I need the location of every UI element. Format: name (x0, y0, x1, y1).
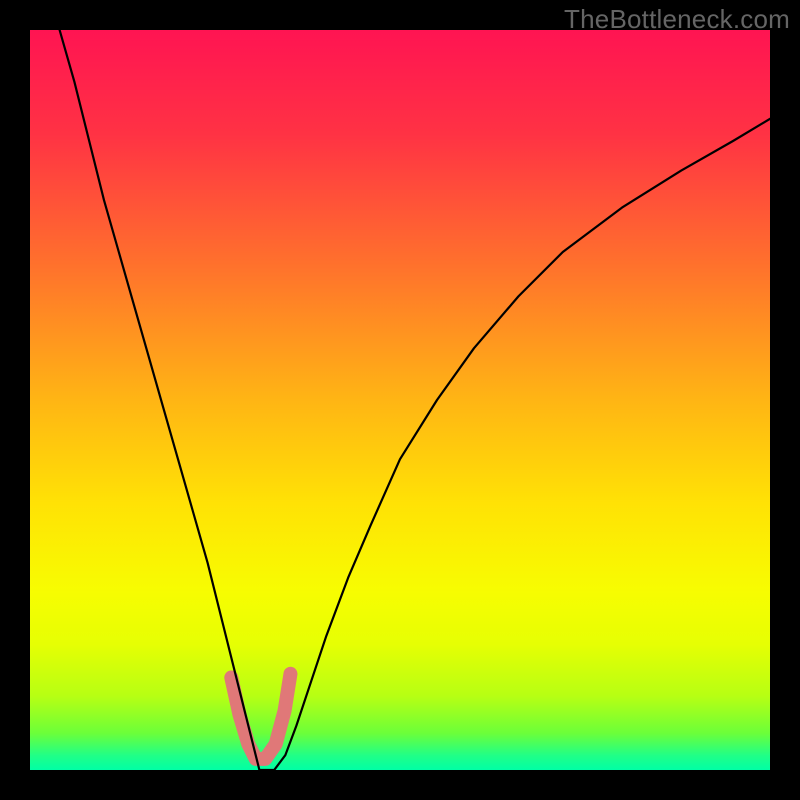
chart-curve-layer (30, 30, 770, 770)
floor-highlight (231, 674, 290, 759)
bottleneck-curve (60, 30, 770, 770)
chart-area (30, 30, 770, 770)
watermark-text: TheBottleneck.com (564, 4, 790, 35)
